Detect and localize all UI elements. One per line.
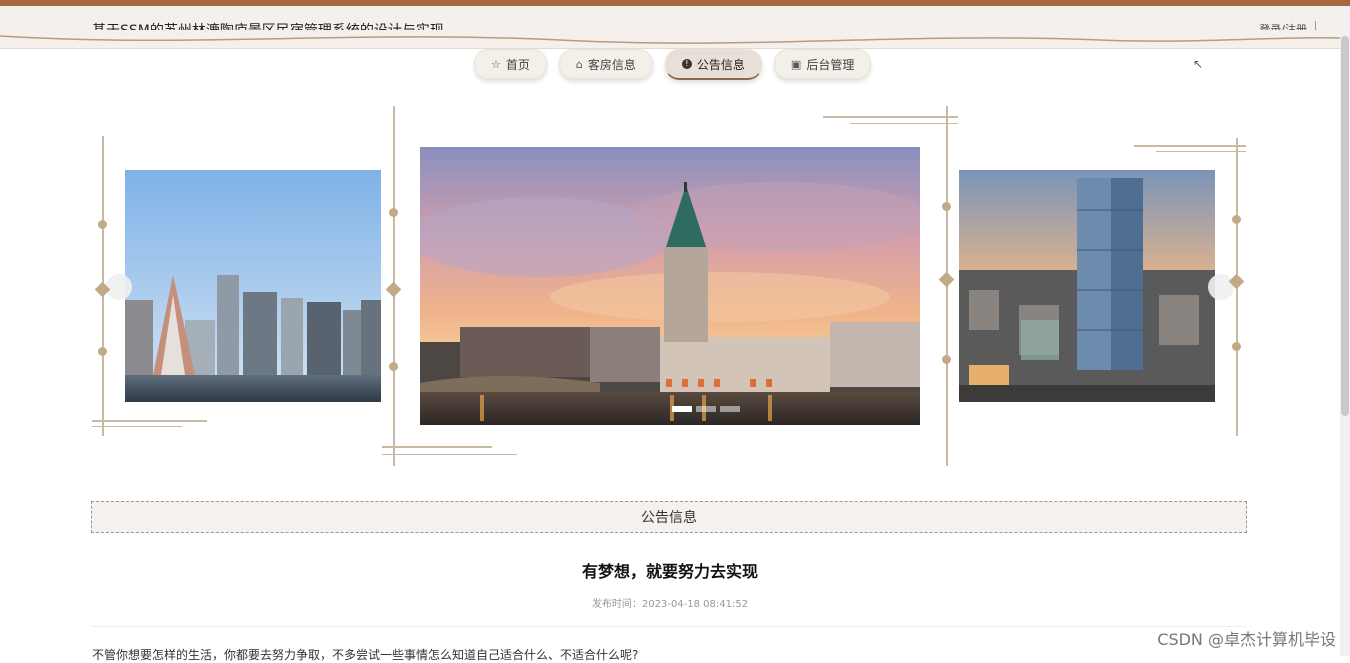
nav-admin-label: 后台管理 (806, 57, 855, 72)
nav-rooms-label: 客房信息 (587, 57, 636, 72)
deco-dot (1232, 342, 1241, 351)
main-nav: ☆ 首页 ⌂ 客房信息 ! 公告信息 ▣ 后台管理 (474, 49, 872, 80)
divider (91, 626, 1247, 627)
nav-rooms[interactable]: ⌂ 客房信息 (558, 49, 653, 79)
nav-notices[interactable]: ! 公告信息 (664, 49, 762, 80)
church-sunset-image[interactable] (420, 147, 920, 425)
image-carousel (0, 100, 1350, 480)
carousel-next-button[interactable] (1208, 274, 1234, 300)
carousel-dot[interactable] (720, 406, 740, 412)
carousel-pager (672, 406, 740, 412)
deco-line (92, 420, 207, 422)
article-meta: 发布时间：2023-04-18 08:41:52 (0, 595, 1340, 610)
article-title: 有梦想，就要努力去实现 (581, 562, 758, 581)
scrollbar-thumb[interactable] (1341, 36, 1349, 416)
info-icon: ! (681, 59, 692, 69)
carousel-dot[interactable] (672, 406, 692, 412)
deco-line (92, 426, 182, 427)
deco-dot (389, 362, 398, 371)
carousel-dot[interactable] (696, 406, 716, 412)
deco-line (823, 116, 958, 118)
notice-section-header: 公告信息 (91, 501, 1247, 533)
star-icon: ☆ (491, 57, 501, 71)
deco-dot (1232, 215, 1241, 224)
diamond-decoration-icon (938, 271, 955, 288)
deco-line (850, 123, 958, 124)
deco-dot (98, 220, 107, 229)
deco-dot (942, 202, 951, 211)
csdn-watermark: CSDN @卓杰计算机毕设 (1157, 630, 1336, 649)
city-skyline-image[interactable] (125, 170, 381, 402)
deco-dot (389, 208, 398, 217)
publish-label: 发布时间： (591, 599, 642, 610)
deco-line (382, 454, 517, 455)
nav-home-label: 首页 (505, 57, 530, 72)
deco-line (382, 446, 492, 448)
deco-dot (98, 347, 107, 356)
section-title: 公告信息 (641, 510, 697, 526)
diamond-decoration-icon (385, 281, 402, 298)
publish-time: 2023-04-18 08:41:52 (641, 599, 749, 610)
skyscraper-image[interactable] (959, 170, 1215, 402)
deco-line (1156, 151, 1246, 152)
nav-admin[interactable]: ▣ 后台管理 (773, 49, 872, 79)
bag-icon: ⌂ (575, 57, 583, 71)
nav-notices-label: 公告信息 (696, 57, 745, 72)
clipboard-icon: ▣ (790, 57, 802, 71)
deco-dot (942, 355, 951, 364)
nav-home[interactable]: ☆ 首页 (474, 49, 547, 79)
page-scrollbar[interactable] (1340, 6, 1350, 656)
carousel-prev-button[interactable] (106, 274, 132, 300)
article-body: 不管你想要怎样的生活，你都要去努力争取，不多尝试一些事情怎么知道自己适合什么、不… (92, 648, 639, 662)
mouse-cursor-icon: ↖ (1193, 57, 1204, 71)
deco-line (1134, 145, 1246, 147)
